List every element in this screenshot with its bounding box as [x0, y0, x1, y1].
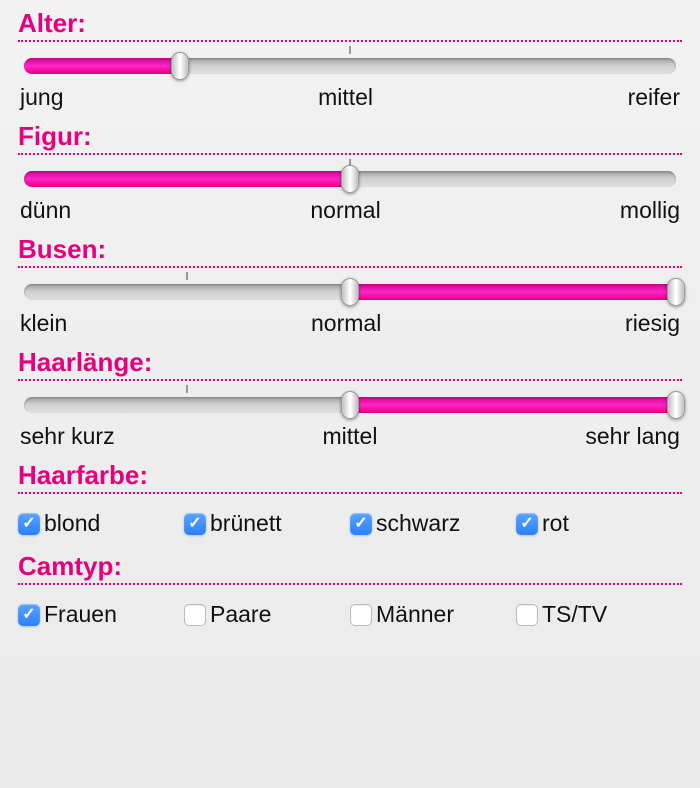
- check-icon: ✓: [22, 516, 35, 532]
- checkbox-label: Frauen: [44, 601, 117, 628]
- checkbox-box[interactable]: ✓: [184, 513, 206, 535]
- haarfarbe-checkbox-item[interactable]: ✓ blond: [18, 510, 184, 537]
- checkbox-box[interactable]: ✓: [18, 604, 40, 626]
- figur-section: Figur: dünn normal mollig: [18, 121, 682, 228]
- camtyp-checkbox-item[interactable]: Paare: [184, 601, 350, 628]
- slider-label: jung: [20, 84, 63, 111]
- haarlaenge-slider[interactable]: [24, 391, 676, 417]
- check-icon: ✓: [188, 516, 201, 532]
- alter-slider-labels: jung mittel reifer: [18, 84, 682, 115]
- busen-section-title: Busen:: [18, 234, 682, 268]
- slider-handle[interactable]: [341, 391, 359, 419]
- check-icon: ✓: [354, 516, 367, 532]
- camtyp-checkbox-item[interactable]: Männer: [350, 601, 516, 628]
- haarlaenge-slider-labels: sehr kurz mittel sehr lang: [18, 423, 682, 454]
- slider-handle[interactable]: [341, 165, 359, 193]
- camtyp-checkbox-item[interactable]: TS/TV: [516, 601, 682, 628]
- checkbox-label: blond: [44, 510, 100, 537]
- slider-fill: [24, 58, 180, 74]
- checkbox-label: schwarz: [376, 510, 460, 537]
- slider-label: sehr lang: [585, 423, 680, 450]
- camtyp-checkbox-row: ✓ Frauen Paare Männer TS/TV: [18, 595, 682, 638]
- slider-tick: [186, 272, 188, 280]
- busen-slider-labels: klein normal riesig: [18, 310, 682, 341]
- slider-fill: [24, 171, 350, 187]
- checkbox-box[interactable]: ✓: [350, 513, 372, 535]
- slider-label: dünn: [20, 197, 71, 224]
- checkbox-box[interactable]: [350, 604, 372, 626]
- checkbox-box[interactable]: ✓: [18, 513, 40, 535]
- check-icon: ✓: [22, 607, 35, 623]
- slider-label: mollig: [620, 197, 680, 224]
- checkbox-label: Männer: [376, 601, 454, 628]
- haarfarbe-checkbox-row: ✓ blond ✓ brünett ✓ schwarz ✓ rot: [18, 504, 682, 547]
- haarlaenge-section: Haarlänge: sehr kurz mittel sehr lang: [18, 347, 682, 454]
- slider-handle[interactable]: [667, 278, 685, 306]
- haarfarbe-checkbox-item[interactable]: ✓ schwarz: [350, 510, 516, 537]
- alter-section-title: Alter:: [18, 8, 682, 42]
- camtyp-section: Camtyp: ✓ Frauen Paare Männer TS/TV: [18, 551, 682, 638]
- alter-section: Alter: jung mittel reifer: [18, 8, 682, 115]
- slider-tick: [186, 385, 188, 393]
- haarfarbe-checkbox-item[interactable]: ✓ brünett: [184, 510, 350, 537]
- figur-slider-labels: dünn normal mollig: [18, 197, 682, 228]
- checkbox-label: Paare: [210, 601, 271, 628]
- checkbox-label: rot: [542, 510, 569, 537]
- slider-label: klein: [20, 310, 67, 337]
- alter-slider[interactable]: [24, 52, 676, 78]
- figur-section-title: Figur:: [18, 121, 682, 155]
- slider-handle[interactable]: [667, 391, 685, 419]
- slider-tick: [349, 46, 351, 54]
- camtyp-checkbox-item[interactable]: ✓ Frauen: [18, 601, 184, 628]
- slider-fill: [350, 284, 676, 300]
- haarfarbe-section: Haarfarbe: ✓ blond ✓ brünett ✓ schwarz ✓ rot: [18, 460, 682, 547]
- slider-handle[interactable]: [341, 278, 359, 306]
- slider-label: normal: [311, 310, 381, 337]
- slider-label: riesig: [625, 310, 680, 337]
- checkbox-box[interactable]: [184, 604, 206, 626]
- busen-section: Busen: klein normal riesig: [18, 234, 682, 341]
- checkbox-box[interactable]: [516, 604, 538, 626]
- haarfarbe-checkbox-item[interactable]: ✓ rot: [516, 510, 682, 537]
- slider-label: normal: [310, 197, 380, 224]
- checkbox-box[interactable]: ✓: [516, 513, 538, 535]
- slider-label: mittel: [318, 84, 373, 111]
- checkbox-label: TS/TV: [542, 601, 607, 628]
- slider-label: sehr kurz: [20, 423, 115, 450]
- checkbox-label: brünett: [210, 510, 282, 537]
- busen-slider[interactable]: [24, 278, 676, 304]
- slider-handle[interactable]: [171, 52, 189, 80]
- slider-label: reifer: [628, 84, 680, 111]
- slider-fill: [350, 397, 676, 413]
- haarlaenge-section-title: Haarlänge:: [18, 347, 682, 381]
- check-icon: ✓: [520, 516, 533, 532]
- camtyp-section-title: Camtyp:: [18, 551, 682, 585]
- figur-slider[interactable]: [24, 165, 676, 191]
- slider-label: mittel: [323, 423, 378, 450]
- haarfarbe-section-title: Haarfarbe:: [18, 460, 682, 494]
